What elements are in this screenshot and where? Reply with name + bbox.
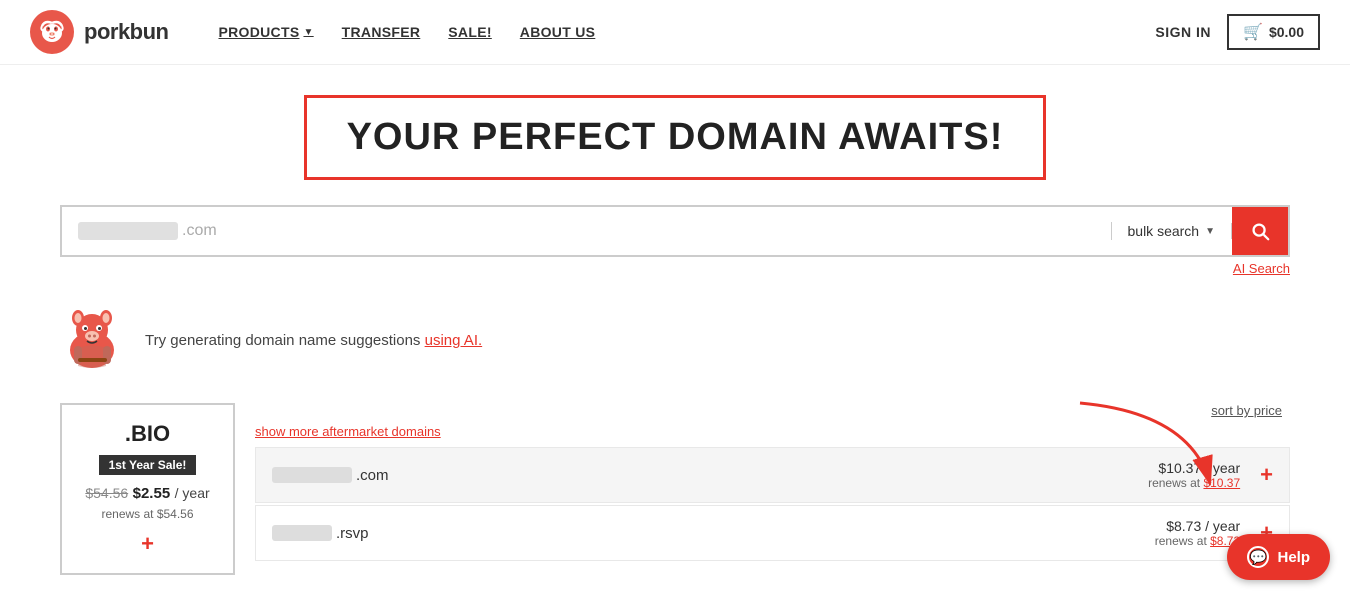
bulk-search-arrow: ▼ — [1205, 226, 1215, 237]
domain-price-label-1: $10.37 / year — [1148, 460, 1240, 476]
help-label: Help — [1277, 549, 1310, 566]
domain-renews-price-1: $10.37 — [1203, 476, 1240, 490]
header-right: SIGN IN 🛒 $0.00 — [1155, 14, 1320, 50]
domain-ext-2: .rsvp — [336, 525, 369, 542]
domain-price-2: $8.73 / year renews at $8.73 — [1155, 518, 1240, 548]
hero-title-box: YOUR PERFECT DOMAIN AWAITS! — [304, 95, 1047, 180]
tld-renews: renews at $54.56 — [78, 507, 217, 521]
sort-by-price-label[interactable]: sort by price — [255, 403, 1290, 418]
ai-suggestion-text: Try generating domain name suggestions u… — [145, 332, 482, 349]
tld-name: .BIO — [78, 421, 217, 447]
tld-column: .BIO 1st Year Sale! $54.56 $2.55 / year … — [60, 403, 235, 575]
bulk-search-label: bulk search — [1128, 223, 1200, 239]
tld-sale-badge: 1st Year Sale! — [99, 455, 197, 475]
header: porkbun PRODUCTS ▼ TRANSFER SALE! ABOUT … — [0, 0, 1350, 65]
sign-in-button[interactable]: SIGN IN — [1155, 24, 1211, 40]
search-icon — [1249, 220, 1271, 242]
main-nav: PRODUCTS ▼ TRANSFER SALE! ABOUT US — [219, 24, 596, 40]
products-dropdown-arrow: ▼ — [303, 27, 313, 38]
domain-name-blur-1 — [272, 467, 352, 483]
hero-title: YOUR PERFECT DOMAIN AWAITS! — [347, 116, 1004, 159]
logo-wordmark: porkbun — [84, 19, 169, 45]
cart-button[interactable]: 🛒 $0.00 — [1227, 14, 1320, 50]
domain-add-button-1[interactable]: + — [1260, 462, 1273, 488]
domain-renews-1: renews at $10.37 — [1148, 476, 1240, 490]
search-section: .com bulk search ▼ AI Search — [60, 205, 1290, 288]
domain-ext-1: .com — [356, 467, 389, 484]
nav-products[interactable]: PRODUCTS ▼ — [219, 24, 314, 40]
logo[interactable]: porkbun — [30, 10, 169, 54]
domain-row: .rsvp $8.73 / year renews at $8.73 + — [255, 505, 1290, 561]
domain-price-1: $10.37 / year renews at $10.37 — [1148, 460, 1240, 490]
tld-per-year: / year — [175, 485, 210, 501]
cart-icon: 🛒 — [1243, 22, 1263, 42]
results-area: .BIO 1st Year Sale! $54.56 $2.55 / year … — [60, 403, 1290, 575]
domain-name-2: .rsvp — [272, 525, 369, 542]
domain-price-label-2: $8.73 / year — [1155, 518, 1240, 534]
tld-new-price: $2.55 — [133, 485, 171, 502]
bulk-search-toggle[interactable]: bulk search ▼ — [1112, 223, 1233, 239]
pig-mascot — [60, 308, 125, 373]
ai-search-link[interactable]: AI Search — [60, 257, 1290, 280]
tld-add-button[interactable]: + — [141, 531, 154, 557]
ai-link[interactable]: using AI. — [425, 332, 483, 349]
cart-price: $0.00 — [1269, 24, 1304, 40]
domain-list-column: sort by price show more aftermarket doma… — [255, 403, 1290, 575]
search-domain-suffix: .com — [182, 222, 1095, 240]
tld-card: .BIO 1st Year Sale! $54.56 $2.55 / year … — [60, 403, 235, 575]
help-bubble-icon: 💬 — [1247, 546, 1269, 568]
nav-sale[interactable]: SALE! — [448, 24, 492, 40]
domain-name-blur-2 — [272, 525, 332, 541]
search-placeholder-blur — [78, 222, 178, 240]
search-button[interactable] — [1232, 207, 1288, 255]
domain-name-1: .com — [272, 467, 389, 484]
logo-icon — [30, 10, 74, 54]
ai-suggestion-section: Try generating domain name suggestions u… — [60, 288, 1290, 403]
show-more-aftermarket-link[interactable]: show more aftermarket domains — [255, 424, 1290, 439]
tld-old-price: $54.56 — [85, 485, 128, 501]
hero-section: YOUR PERFECT DOMAIN AWAITS! — [60, 65, 1290, 205]
help-button[interactable]: 💬 Help — [1227, 534, 1330, 580]
search-input-area[interactable]: .com — [62, 222, 1112, 240]
search-bar: .com bulk search ▼ — [60, 205, 1290, 257]
nav-transfer[interactable]: TRANSFER — [342, 24, 421, 40]
nav-about[interactable]: ABOUT US — [520, 24, 596, 40]
main-content: YOUR PERFECT DOMAIN AWAITS! .com bulk se… — [0, 65, 1350, 575]
domain-row: .com $10.37 / year renews at $10.37 + — [255, 447, 1290, 503]
domain-renews-2: renews at $8.73 — [1155, 534, 1240, 548]
